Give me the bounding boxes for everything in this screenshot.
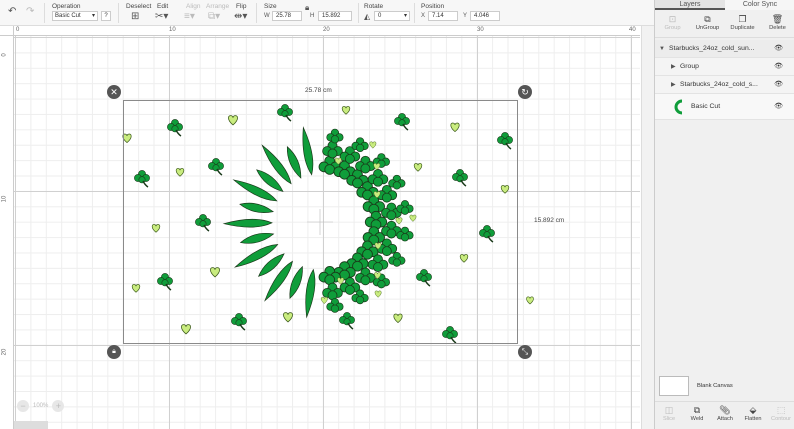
layer-list: ▼ Starbucks_24oz_cold_sun... 👁︎ ▶ Group … (655, 40, 794, 120)
layer-item[interactable]: ▶ Starbucks_24oz_cold_s... 👁︎ (655, 76, 794, 94)
layer-name: Starbucks_24oz_cold_s... (680, 81, 758, 88)
attach-button[interactable]: 📎︎ Attach (711, 402, 739, 429)
vertical-scrollbar[interactable] (641, 26, 654, 429)
zoom-out-button[interactable]: − (17, 400, 29, 412)
eye-icon[interactable]: 👁︎ (774, 40, 783, 58)
duplicate-label: Duplicate (730, 25, 755, 31)
flatten-icon: ⬙ (749, 405, 757, 415)
slice-label: Slice (662, 416, 676, 422)
flatten-label: Flatten (744, 416, 762, 422)
ungroup-button[interactable]: ⧉ UnGroup (690, 11, 725, 37)
weld-button[interactable]: ⧉ Weld (683, 402, 711, 429)
contour-button[interactable]: ⬚ Contour (767, 402, 794, 429)
caret-right-icon[interactable]: ▶ (671, 58, 676, 76)
layer-name: Starbucks_24oz_cold_sun... (669, 45, 755, 52)
delete-label: Delete (769, 25, 786, 31)
delete-button[interactable]: 🗑︎ Delete (760, 11, 794, 37)
attach-label: Attach (717, 416, 733, 422)
weld-label: Weld (690, 416, 704, 422)
horizontal-scrollbar[interactable] (14, 421, 48, 429)
zoom-level: 100% (33, 403, 49, 409)
blank-canvas-label: Blank Canvas (697, 383, 733, 389)
eye-icon[interactable]: 👁︎ (774, 58, 783, 76)
resize-handle-icon[interactable]: ⤡ (518, 345, 532, 359)
layer-item[interactable]: Basic Cut 👁︎ (655, 94, 794, 120)
tab-layers[interactable]: Layers (655, 0, 725, 10)
panel-tabs: Layers Color Sync (655, 0, 794, 10)
zoom-controls: − 100% + (17, 400, 65, 412)
contour-label: Contour (771, 416, 791, 422)
ungroup-icon: ⧉ (704, 14, 711, 24)
layers-panel: Layers Color Sync ⊡ Group ⧉ UnGroup ❐ Dupli… (654, 0, 794, 429)
paperclip-icon: 📎︎ (719, 405, 731, 415)
lock-handle-icon[interactable]: 🔒︎ (107, 345, 121, 359)
flatten-button[interactable]: ⬙ Flatten (739, 402, 767, 429)
blank-canvas-item[interactable]: Blank Canvas (659, 376, 791, 400)
weld-icon: ⧉ (693, 405, 701, 415)
slice-icon: ◫ (664, 405, 674, 415)
eye-icon[interactable]: 👁︎ (774, 94, 783, 120)
delete-handle-close-icon[interactable]: ✕ (107, 85, 121, 99)
layer-thumbnail-icon (674, 99, 683, 115)
layer-item[interactable]: ▶ Group 👁︎ (655, 58, 794, 76)
group-icon: ⊡ (668, 14, 677, 24)
path-actions: ◫ Slice ⧉ Weld 📎︎ Attach ⬙ Flatten ⬚ Contour (655, 401, 794, 429)
zoom-in-button[interactable]: + (52, 400, 65, 412)
slice-button[interactable]: ◫ Slice (655, 402, 683, 429)
layer-name: Group (680, 63, 699, 70)
layer-name: Basic Cut (691, 103, 721, 110)
contour-icon: ⬚ (776, 405, 786, 415)
selection-box[interactable] (123, 100, 518, 344)
layer-actions: ⊡ Group ⧉ UnGroup ❐ Duplicate 🗑︎ Delete (655, 11, 794, 38)
eye-icon[interactable]: 👁︎ (774, 76, 783, 94)
height-dimension-label: 15.892 cm (534, 217, 565, 224)
ungroup-label: UnGroup (695, 25, 720, 31)
layer-item[interactable]: ▼ Starbucks_24oz_cold_sun... 👁︎ (655, 40, 794, 58)
group-button[interactable]: ⊡ Group (655, 11, 690, 37)
group-label: Group (664, 25, 681, 31)
blank-canvas-swatch[interactable] (659, 376, 689, 396)
trash-icon: 🗑︎ (771, 14, 784, 24)
tab-color-sync[interactable]: Color Sync (725, 0, 794, 10)
caret-down-icon[interactable]: ▼ (659, 40, 665, 58)
caret-right-icon[interactable]: ▶ (671, 76, 676, 94)
rotate-handle-icon[interactable]: ↻ (518, 85, 532, 99)
width-dimension-label: 25.78 cm (305, 87, 332, 94)
duplicate-button[interactable]: ❐ Duplicate (725, 11, 760, 37)
duplicate-icon: ❐ (738, 14, 747, 24)
